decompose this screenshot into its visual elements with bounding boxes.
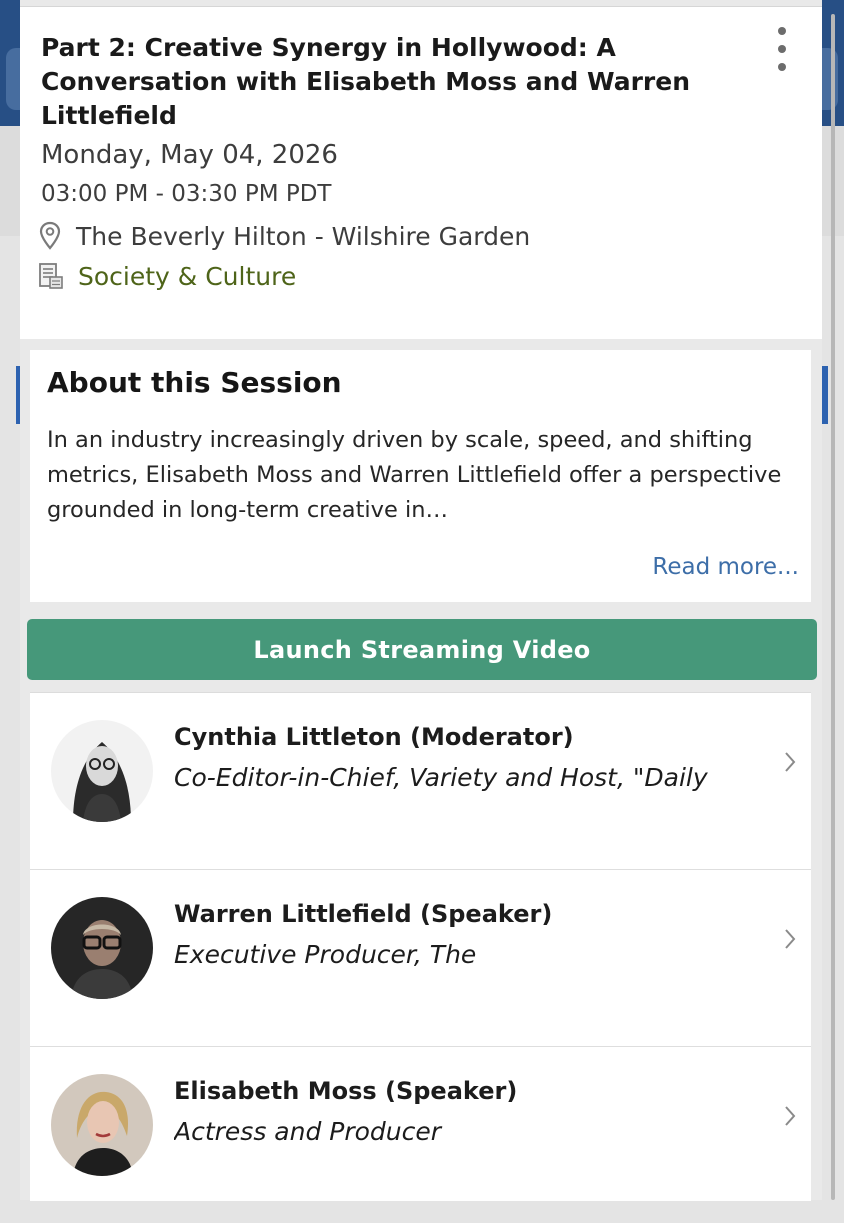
document-list-icon xyxy=(39,263,63,289)
speaker-name: Elisabeth Moss (Speaker) xyxy=(174,1077,518,1105)
avatar xyxy=(51,1074,153,1176)
speaker-row-warren-littlefield[interactable]: Warren Littlefield (Speaker) Executive P… xyxy=(30,870,811,1046)
more-options-icon[interactable] xyxy=(772,27,792,71)
map-pin-icon xyxy=(39,221,61,250)
chevron-right-icon xyxy=(785,1106,796,1126)
session-location: The Beverly Hilton - Wilshire Garden xyxy=(38,219,530,253)
speaker-name: Cynthia Littleton (Moderator) xyxy=(174,723,574,751)
speaker-name: Warren Littlefield (Speaker) xyxy=(174,900,553,928)
chevron-right-icon xyxy=(785,752,796,772)
speaker-title: Executive Producer, The xyxy=(174,940,477,969)
chevron-right-icon xyxy=(785,929,796,949)
track-link[interactable]: Society & Culture xyxy=(78,262,296,291)
session-date: Monday, May 04, 2026 xyxy=(41,140,338,170)
launch-streaming-video-button[interactable]: Launch Streaming Video xyxy=(27,619,817,680)
session-title: Part 2: Creative Synergy in Hollywood: A… xyxy=(41,33,690,130)
background-tab-edge xyxy=(822,366,828,424)
session-track: Society & Culture xyxy=(38,259,296,293)
read-more-link[interactable]: Read more... xyxy=(652,554,799,580)
avatar xyxy=(51,720,153,822)
event-info-card: Part 2: Creative Synergy in Hollywood: A… xyxy=(20,7,822,339)
speaker-title: Co-Editor-in-Chief, Variety and Host, "D… xyxy=(174,763,708,792)
speaker-list: Cynthia Littleton (Moderator) Co-Editor-… xyxy=(30,692,811,1201)
session-time: 03:00 PM - 03:30 PM PDT xyxy=(41,181,332,207)
speaker-row-elisabeth-moss[interactable]: Elisabeth Moss (Speaker) Actress and Pro… xyxy=(30,1047,811,1223)
avatar xyxy=(51,897,153,999)
speaker-row-cynthia-littleton[interactable]: Cynthia Littleton (Moderator) Co-Editor-… xyxy=(30,693,811,869)
scrollbar[interactable] xyxy=(831,14,835,1200)
about-description: In an industry increasingly driven by sc… xyxy=(47,427,782,523)
speaker-title: Actress and Producer xyxy=(174,1117,442,1146)
about-session-card: About this Session In an industry increa… xyxy=(30,350,811,602)
location-label: The Beverly Hilton - Wilshire Garden xyxy=(76,221,531,251)
about-heading: About this Session xyxy=(47,366,342,399)
session-detail-sheet: Part 2: Creative Synergy in Hollywood: A… xyxy=(20,0,835,1201)
